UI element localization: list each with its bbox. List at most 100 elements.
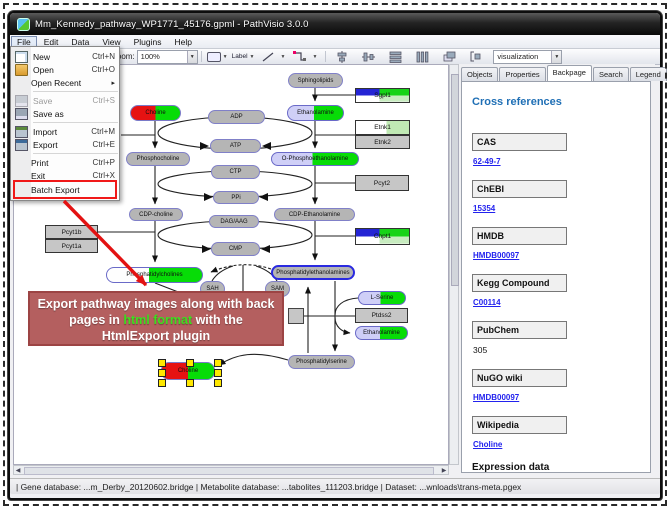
distribute-vertical-button[interactable] bbox=[383, 50, 408, 63]
node-ptdss2[interactable]: Ptdss2 bbox=[355, 308, 408, 323]
node-dag-aag[interactable]: DAG/AAG bbox=[209, 215, 259, 228]
selection-handle[interactable] bbox=[186, 359, 194, 367]
node-chpt1[interactable]: Chpt1 bbox=[355, 228, 410, 245]
menu-shortcut: Ctrl+S bbox=[93, 96, 115, 105]
node-l-serine[interactable]: L-Serine bbox=[358, 291, 406, 305]
distribute-vertical-icon bbox=[389, 51, 402, 63]
menu-item-open[interactable]: OpenCtrl+O bbox=[11, 63, 119, 76]
menu-item-label: Import bbox=[33, 127, 87, 137]
menu-item-import[interactable]: ImportCtrl+M bbox=[11, 125, 119, 138]
scroll-right-arrow-icon[interactable]: ▶ bbox=[440, 467, 448, 474]
node-ethanolamine-lower[interactable]: Ethanolamine bbox=[355, 326, 408, 340]
zoom-value: 100% bbox=[141, 52, 160, 61]
tab-search[interactable]: Search bbox=[593, 67, 629, 81]
node-sgpl1[interactable]: Sgpl1 bbox=[355, 88, 410, 103]
selection-handle[interactable] bbox=[158, 359, 166, 367]
node-pcyt1b[interactable]: Pcyt1b bbox=[45, 225, 98, 239]
align-center-x-button[interactable] bbox=[330, 50, 354, 63]
node-cdp-ethanolamine[interactable]: CDP-Ethanolamine bbox=[274, 208, 355, 221]
window-title: Mm_Kennedy_pathway_WP1771_45176.gpml - P… bbox=[35, 19, 309, 30]
chevron-down-icon[interactable]: ▼ bbox=[187, 51, 197, 63]
status-bar: | Gene database: ...m_Derby_20120602.bri… bbox=[10, 478, 660, 494]
node-ctp[interactable]: CTP bbox=[211, 165, 260, 179]
bring-to-front-button[interactable] bbox=[437, 50, 462, 63]
label-tool-text: Label bbox=[232, 53, 248, 60]
crossref-link-nugo-wiki[interactable]: HMDB00097 bbox=[473, 393, 519, 402]
menu-shortcut: Ctrl+N bbox=[92, 52, 115, 61]
crossref-header-chebi: ChEBI bbox=[472, 180, 567, 198]
tab-backpage[interactable]: Backpage bbox=[547, 65, 592, 81]
chevron-down-icon[interactable]: ▼ bbox=[551, 51, 561, 63]
menu-item-exit[interactable]: ExitCtrl+X bbox=[11, 169, 119, 182]
crossref-link-wikipedia[interactable]: Choline bbox=[473, 440, 502, 449]
node-cdp-choline[interactable]: CDP-choline bbox=[129, 208, 183, 221]
canvas-horizontal-scrollbar[interactable]: ◀ ▶ bbox=[13, 465, 449, 475]
scrollbar-thumb[interactable] bbox=[451, 74, 459, 286]
node-choline-top[interactable]: Choline bbox=[130, 105, 181, 121]
menu-item-export[interactable]: ExportCtrl+E bbox=[11, 138, 119, 151]
zoom-combobox[interactable]: 100% ▼ bbox=[137, 50, 198, 64]
node-pcyt2[interactable]: Pcyt2 bbox=[355, 175, 409, 191]
canvas-vertical-scrollbar[interactable] bbox=[449, 64, 459, 465]
datanode-tool-button[interactable]: ▼ bbox=[207, 52, 228, 62]
node-phosphatidylserine[interactable]: Phosphatidylserine bbox=[288, 355, 355, 369]
node-sphingolipids[interactable]: Sphingolipids bbox=[288, 73, 343, 88]
node-etnk2[interactable]: Etnk2 bbox=[355, 135, 410, 149]
node-label: Ptdss2 bbox=[372, 312, 392, 319]
node-ppi[interactable]: PPi bbox=[213, 191, 259, 204]
menu-plugins[interactable]: Plugins bbox=[128, 36, 168, 48]
scrollbar-thumb[interactable] bbox=[24, 467, 434, 475]
new-file-icon bbox=[15, 51, 28, 63]
node-atp[interactable]: ATP bbox=[210, 139, 261, 153]
node-label: Sgpl1 bbox=[374, 92, 391, 99]
selection-handle[interactable] bbox=[214, 359, 222, 367]
tab-properties[interactable]: Properties bbox=[499, 67, 545, 81]
crossref-link-kegg-compound[interactable]: C00114 bbox=[473, 298, 501, 307]
selection-handle[interactable] bbox=[158, 379, 166, 387]
status-text: | Gene database: ...m_Derby_20120602.bri… bbox=[16, 482, 521, 492]
crossref-link-cas[interactable]: 62-49-7 bbox=[473, 157, 501, 166]
visualization-combobox[interactable]: visualization ▼ bbox=[493, 50, 562, 64]
tab-legend[interactable]: Legend bbox=[630, 67, 667, 81]
node-cmp[interactable]: CMP bbox=[211, 242, 260, 256]
node-choline-selected[interactable]: Choline bbox=[161, 362, 215, 380]
connector-tool-button[interactable]: ▼ bbox=[289, 51, 317, 62]
selection-handle[interactable] bbox=[158, 369, 166, 377]
menu-item-save[interactable]: SaveCtrl+S bbox=[11, 94, 119, 107]
node-o-phosphoethanolamine[interactable]: O-Phosphoethanolamine bbox=[271, 152, 359, 166]
node-adp[interactable]: ADP bbox=[208, 110, 265, 124]
send-to-back-button[interactable] bbox=[464, 50, 488, 63]
line-tool-button[interactable]: ▼ bbox=[258, 52, 285, 62]
align-center-y-button[interactable] bbox=[356, 50, 381, 63]
toolbar-separator bbox=[201, 51, 202, 62]
node-label: CDP-choline bbox=[139, 212, 173, 218]
menu-item-batch-export[interactable]: Batch Export bbox=[11, 182, 119, 197]
menu-help[interactable]: Help bbox=[169, 36, 198, 48]
scroll-left-arrow-icon[interactable]: ◀ bbox=[14, 467, 22, 474]
node-pcyt1a[interactable]: Pcyt1a bbox=[45, 239, 98, 253]
crossref-link-hmdb[interactable]: HMDB00097 bbox=[473, 251, 519, 260]
crossref-value-wikipedia: Choline bbox=[473, 440, 650, 449]
selection-handle[interactable] bbox=[214, 379, 222, 387]
menu-item-open-recent[interactable]: Open Recent▸ bbox=[11, 76, 119, 89]
node-phosphocholine[interactable]: Phosphocholine bbox=[126, 152, 190, 166]
node-etnk1[interactable]: Etnk1 bbox=[355, 120, 410, 135]
selection-handle[interactable] bbox=[214, 369, 222, 377]
menu-item-save-as[interactable]: Save as bbox=[11, 107, 119, 120]
menu-item-new[interactable]: NewCtrl+N bbox=[11, 50, 119, 63]
node-label: Pcyt2 bbox=[374, 180, 390, 187]
node-ethanolamine-top[interactable]: Ethanolamine bbox=[287, 105, 344, 121]
label-tool-button[interactable]: Label ▼ bbox=[232, 53, 255, 60]
distribute-horizontal-button[interactable] bbox=[410, 50, 435, 63]
tab-objects[interactable]: Objects bbox=[461, 67, 498, 81]
menu-shortcut: Ctrl+P bbox=[93, 158, 115, 167]
node-phosphatidylethanolamines[interactable]: Phosphatidylethanolamines bbox=[271, 265, 355, 280]
title-bar[interactable]: Mm_Kennedy_pathway_WP1771_45176.gpml - P… bbox=[10, 13, 660, 35]
side-panel: ObjectsPropertiesBackpageSearchLegend Cr… bbox=[459, 64, 655, 475]
crossref-link-chebi[interactable]: 15354 bbox=[473, 204, 495, 213]
menu-item-print[interactable]: PrintCtrl+P bbox=[11, 156, 119, 169]
menu-shortcut: Ctrl+E bbox=[93, 140, 115, 149]
node-phosphatidylcholines[interactable]: Phosphatidylcholines bbox=[106, 267, 203, 283]
selection-handle[interactable] bbox=[186, 379, 194, 387]
node-reaction-anchor[interactable] bbox=[288, 308, 304, 324]
